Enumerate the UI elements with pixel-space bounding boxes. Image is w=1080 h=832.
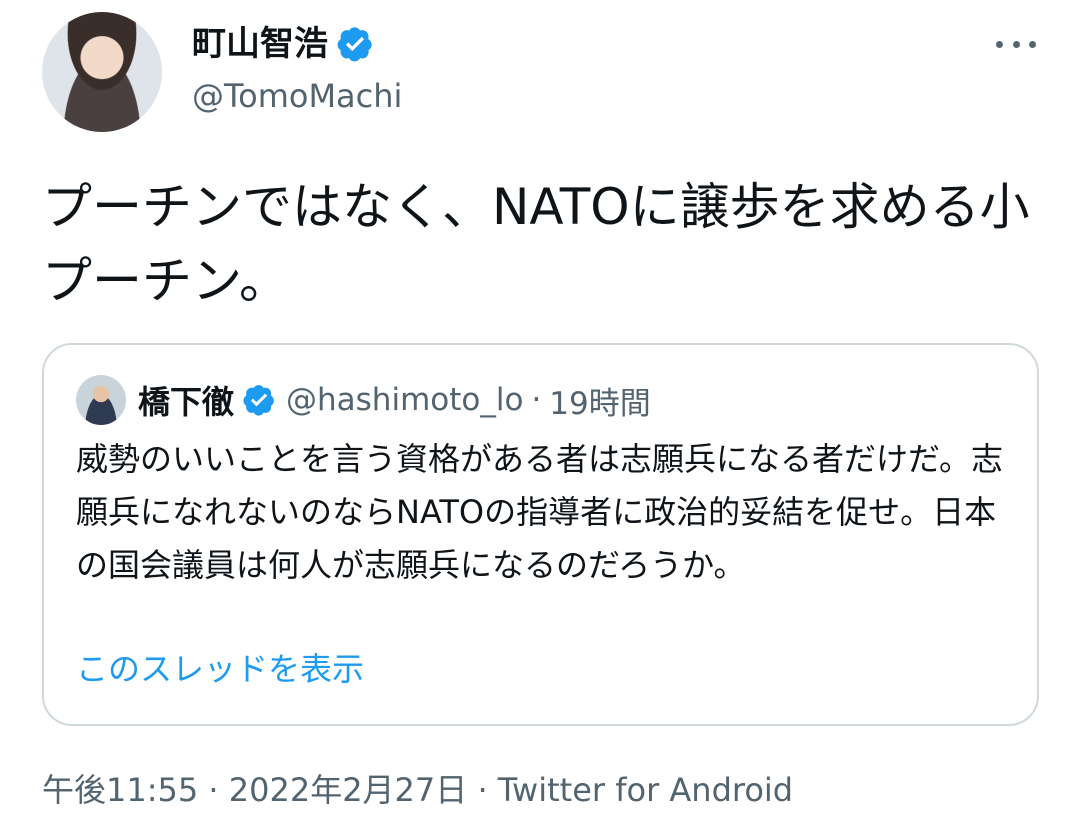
quoted-author-name: 橋下徹 [138, 383, 235, 421]
more-options-icon[interactable] [996, 30, 1036, 58]
author-avatar[interactable] [42, 12, 162, 132]
verified-badge-icon [243, 385, 274, 416]
tweet-time[interactable]: 午後11:55 [42, 771, 198, 809]
show-thread-link[interactable]: このスレッドを表示 [76, 645, 364, 693]
quoted-tweet-time: 19時間 [549, 385, 651, 422]
tweet-metadata: 午後11:55 · 2022年2月27日 · Twitter for Andro… [42, 766, 793, 814]
tweet-source[interactable]: Twitter for Android [498, 771, 793, 809]
author-name[interactable]: 町山智浩 [192, 20, 328, 68]
separator-dot: · [477, 771, 488, 809]
author-handle[interactable]: @TomoMachi [192, 74, 402, 118]
quoted-tweet-card[interactable]: 橋下徹 @hashimoto_lo · 19時間 威勢のいいことを言う資格がある… [42, 343, 1039, 726]
separator-dot: · [208, 771, 219, 809]
quoted-tweet-text: 威勢のいいことを言う資格がある者は志願兵になる者だけだ。志願兵になれないのならN… [76, 440, 1004, 584]
quoted-tweet-header: 橋下徹 @hashimoto_lo · 19時間 [76, 375, 651, 425]
verified-badge-icon [337, 27, 372, 62]
tweet-text: プーチンではなく、NATOに譲歩を求める小プーチン。 [42, 178, 1030, 310]
tweet-date[interactable]: 2022年2月27日 [229, 771, 468, 809]
quoted-author-handle: @hashimoto_lo [286, 382, 524, 418]
quoted-author-avatar [76, 375, 126, 425]
separator-dot: · [531, 382, 542, 418]
author-name-row[interactable]: 町山智浩 [192, 20, 374, 68]
